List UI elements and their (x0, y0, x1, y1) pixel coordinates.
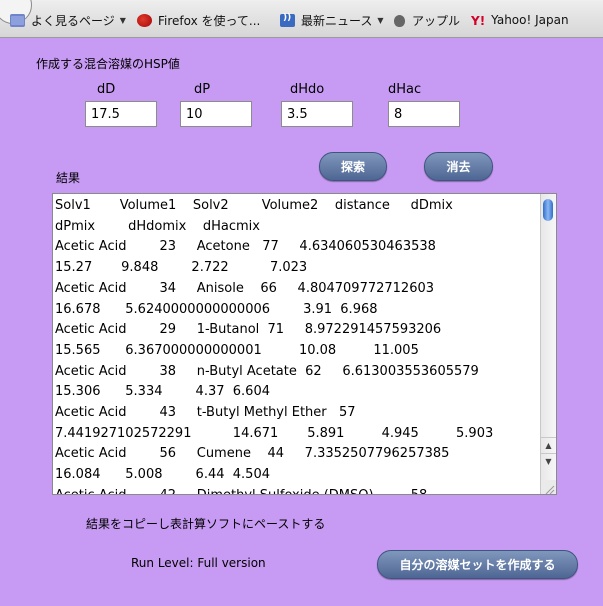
results-textarea[interactable]: Solv1 Volume1 Solv2 Volume2 distance dDm… (52, 193, 557, 495)
yahoo-icon: Y! (471, 13, 486, 28)
bookmark-yahoo-japan[interactable]: Y! Yahoo! Japan (471, 12, 569, 28)
bookmarks-toolbar: よく見るページ ▼ Firefox を使って... 最新ニュース ▼ アップル … (0, 0, 603, 38)
scroll-up-arrow-icon[interactable]: ▲ (541, 437, 556, 453)
dhac-input[interactable] (388, 101, 460, 127)
dp-input[interactable] (180, 101, 252, 127)
create-solvent-set-button[interactable]: 自分の溶媒セットを作成する (377, 550, 578, 579)
dhdo-label: dHdo (290, 82, 325, 97)
bookmark-label: アップル (412, 13, 461, 28)
results-text: Solv1 Volume1 Solv2 Volume2 distance dDm… (55, 198, 494, 494)
firefox-icon (137, 13, 152, 27)
form-title: 作成する混合溶媒のHSP値 (36, 57, 180, 71)
results-scrollbar[interactable]: ▲ ▼ (540, 194, 556, 494)
apple-icon (393, 14, 406, 27)
dd-input[interactable] (85, 101, 157, 127)
dhac-label: dHac (388, 82, 422, 97)
folder-icon (10, 13, 25, 27)
search-button[interactable]: 探索 (319, 152, 387, 181)
dp-label: dP (194, 82, 211, 97)
scroll-down-arrow-icon[interactable]: ▼ (541, 453, 556, 469)
scrollbar-thumb[interactable] (543, 199, 553, 221)
bookmark-firefox-guide[interactable]: Firefox を使って... (137, 12, 260, 28)
run-level: Run Level: Full version (131, 556, 266, 570)
rss-icon (280, 13, 295, 27)
copy-instruction: 結果をコピーし表計算ソフトにペーストする (86, 517, 326, 531)
dd-label: dD (97, 82, 116, 97)
dhdo-input[interactable] (281, 101, 353, 127)
dropdown-arrow-icon: ▼ (119, 15, 126, 25)
bookmark-latest-news[interactable]: 最新ニュース ▼ (280, 12, 384, 28)
bookmark-most-visited[interactable]: よく見るページ ▼ (10, 12, 126, 28)
bookmark-label: Yahoo! Japan (491, 13, 569, 27)
bookmark-apple[interactable]: アップル (393, 12, 460, 28)
dropdown-arrow-icon: ▼ (377, 15, 384, 25)
results-label: 結果 (56, 171, 81, 185)
resize-handle-icon[interactable] (541, 480, 556, 494)
bookmark-label: よく見るページ (31, 13, 115, 28)
bookmark-label: Firefox を使って... (158, 13, 261, 28)
bookmark-label: 最新ニュース (301, 13, 373, 28)
clear-button[interactable]: 消去 (424, 152, 493, 181)
